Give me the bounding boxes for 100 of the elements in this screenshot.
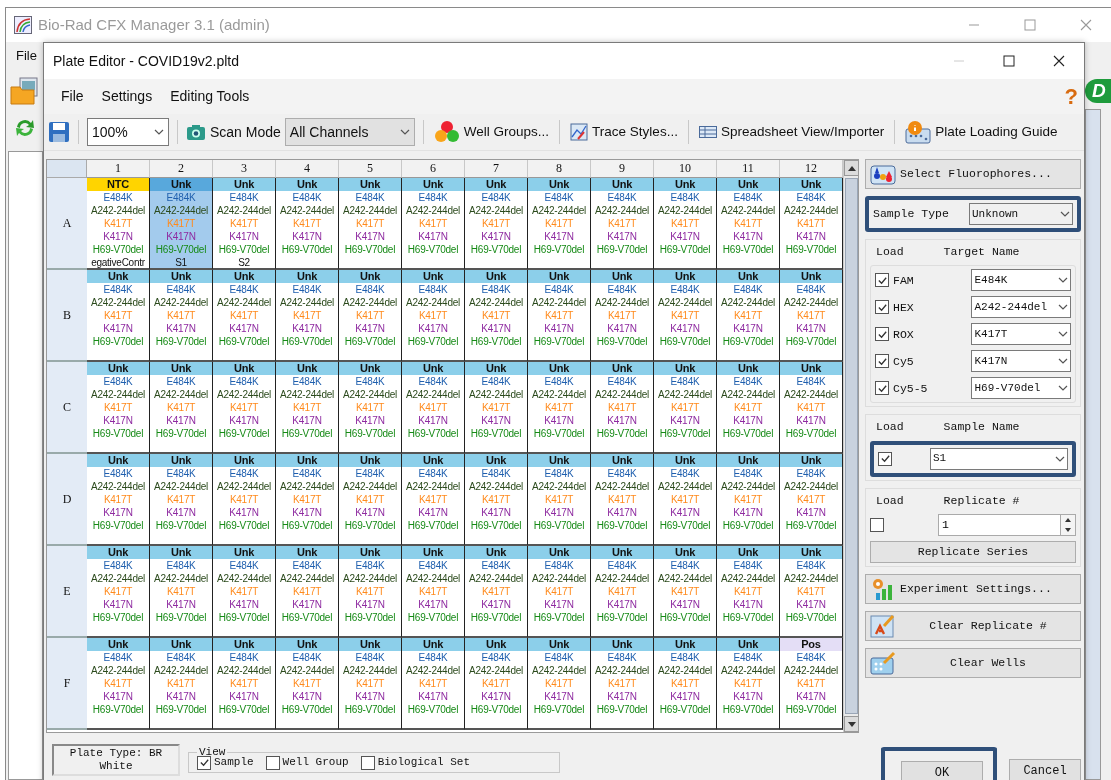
plate-well[interactable]: Unk E484K A242-244del K417T K417N H69-V70del — [717, 638, 780, 730]
target-dropdown[interactable]: E484K — [971, 269, 1071, 292]
column-header[interactable]: 6 — [402, 160, 465, 178]
plate-well[interactable]: Unk E484K A242-244del K417T K417N H69-V70del — [213, 638, 276, 730]
plate-well[interactable]: Unk E484K A242-244del K417T K417N H69-V70del — [654, 546, 717, 638]
target-dropdown[interactable]: A242-244del — [971, 296, 1071, 319]
scan-mode-dropdown[interactable]: All Channels — [284, 118, 415, 146]
plate-well[interactable]: Unk E484K A242-244del K417T K417N H69-V70del — [339, 362, 402, 454]
column-header[interactable]: 1 — [87, 160, 150, 178]
column-header[interactable]: 4 — [276, 160, 339, 178]
panel-button[interactable]: Experiment Settings... — [865, 573, 1081, 604]
plate-well[interactable]: Unk E484K A242-244del K417T K417N H69-V70del — [591, 638, 654, 730]
plate-well[interactable]: Unk E484K A242-244del K417T K417N H69-V70del — [717, 546, 780, 638]
replicate-field[interactable]: 1 — [938, 513, 1061, 536]
column-header[interactable]: 10 — [654, 160, 717, 178]
plate-well[interactable]: Unk E484K A242-244del K417T K417N H69-V70del — [717, 178, 780, 270]
plate-well[interactable]: Unk E484K A242-244del K417T K417N H69-V70del — [276, 638, 339, 730]
plate-well[interactable]: Unk E484K A242-244del K417T K417N H69-V70del — [150, 270, 213, 362]
checkbox[interactable] — [875, 273, 889, 288]
plate-well[interactable]: Unk E484K A242-244del K417T K417N H69-V70del S1 — [150, 178, 213, 270]
checkbox[interactable] — [875, 381, 889, 396]
toolbar-button[interactable]: Spreadsheet View/Importer — [696, 119, 887, 145]
menu-item[interactable]: File — [16, 45, 37, 66]
save-icon[interactable] — [48, 121, 70, 143]
close-icon[interactable] — [1053, 55, 1065, 67]
checkbox[interactable] — [875, 354, 889, 369]
row-header[interactable]: D — [47, 454, 87, 546]
select-fluorophores-button[interactable]: Select Fluorophores... — [865, 159, 1081, 189]
checkbox[interactable] — [265, 755, 280, 770]
plate-well[interactable]: Unk E484K A242-244del K417T K417N H69-V70del — [780, 270, 843, 362]
plate-well[interactable]: NTC E484K A242-244del K417T K417N H69-V70del egativeContr — [87, 178, 150, 270]
menu-item[interactable]: Editing Tools — [163, 84, 257, 109]
maximize-icon[interactable] — [1003, 55, 1015, 67]
ok-button[interactable]: OK — [901, 761, 983, 780]
plate-well[interactable]: Unk E484K A242-244del K417T K417N H69-V70del — [654, 454, 717, 546]
column-header[interactable]: 8 — [528, 160, 591, 178]
column-header[interactable]: 2 — [150, 160, 213, 178]
plate-well[interactable]: Unk E484K A242-244del K417T K417N H69-V70del — [591, 454, 654, 546]
plate-well[interactable]: Unk E484K A242-244del K417T K417N H69-V70del — [465, 546, 528, 638]
target-dropdown[interactable]: K417N — [971, 350, 1071, 373]
zoom-dropdown[interactable]: 100% — [87, 118, 169, 146]
menu-item[interactable]: Settings — [94, 84, 160, 109]
plate-well[interactable]: Unk E484K A242-244del K417T K417N H69-V70del — [87, 454, 150, 546]
plate-well[interactable]: Unk E484K A242-244del K417T K417N H69-V70del — [276, 362, 339, 454]
target-dropdown[interactable]: K417T — [971, 323, 1071, 346]
plate-well[interactable]: Unk E484K A242-244del K417T K417N H69-V70del — [213, 270, 276, 362]
plate-well[interactable]: Pos E484K A242-244del K417T K417N H69-V70del — [780, 638, 843, 730]
plate-well[interactable]: Unk E484K A242-244del K417T K417N H69-V70del — [717, 362, 780, 454]
plate-well[interactable]: Unk E484K A242-244del K417T K417N H69-V70del — [276, 546, 339, 638]
plate-well[interactable]: Unk E484K A242-244del K417T K417N H69-V70del — [465, 270, 528, 362]
refresh-icon[interactable] — [13, 117, 37, 139]
sample-type-dropdown[interactable]: Unknown — [969, 203, 1073, 225]
toolbar-button[interactable]: Plate Loading Guide — [903, 118, 1060, 146]
plate-well[interactable]: Unk E484K A242-244del K417T K417N H69-V70del — [591, 178, 654, 270]
plate-well[interactable]: Unk E484K A242-244del K417T K417N H69-V70del — [339, 638, 402, 730]
plate-well[interactable]: Unk E484K A242-244del K417T K417N H69-V70del — [528, 270, 591, 362]
plate-well[interactable]: Unk E484K A242-244del K417T K417N H69-V70del — [213, 546, 276, 638]
plate-well[interactable]: Unk E484K A242-244del K417T K417N H69-V70del — [654, 362, 717, 454]
plate-well[interactable]: Unk E484K A242-244del K417T K417N H69-V70del — [591, 546, 654, 638]
plate-well[interactable]: Unk E484K A242-244del K417T K417N H69-V70del — [591, 270, 654, 362]
plate-well[interactable]: Unk E484K A242-244del K417T K417N H69-V70del — [87, 546, 150, 638]
plate-well[interactable]: Unk E484K A242-244del K417T K417N H69-V70del — [654, 178, 717, 270]
target-dropdown[interactable]: H69-V70del — [971, 377, 1071, 400]
plate-well[interactable]: Unk E484K A242-244del K417T K417N H69-V70del — [654, 638, 717, 730]
spin-buttons[interactable] — [1061, 513, 1076, 536]
plate-well[interactable]: Unk E484K A242-244del K417T K417N H69-V70del — [465, 638, 528, 730]
checkbox[interactable] — [360, 755, 375, 770]
plate-well[interactable]: Unk E484K A242-244del K417T K417N H69-V70del — [276, 454, 339, 546]
plate-well[interactable]: Unk E484K A242-244del K417T K417N H69-V70del — [87, 638, 150, 730]
plate-well[interactable]: Unk E484K A242-244del K417T K417N H69-V70del — [528, 178, 591, 270]
row-header[interactable]: C — [47, 362, 87, 454]
plate-well[interactable]: Unk E484K A242-244del K417T K417N H69-V70del — [528, 546, 591, 638]
plate-well[interactable]: Unk E484K A242-244del K417T K417N H69-V70del — [780, 362, 843, 454]
sample-name-dropdown[interactable]: S1 — [930, 447, 1068, 470]
plate-well[interactable]: Unk E484K A242-244del K417T K417N H69-V70del — [402, 546, 465, 638]
toolbar-button[interactable]: Well Groups... — [431, 118, 552, 146]
plate-well[interactable]: Unk E484K A242-244del K417T K417N H69-V70del — [402, 362, 465, 454]
plate-well[interactable]: Unk E484K A242-244del K417T K417N H69-V70del — [402, 454, 465, 546]
plate-well[interactable]: Unk E484K A242-244del K417T K417N H69-V70del — [402, 270, 465, 362]
plate-well[interactable]: Unk E484K A242-244del K417T K417N H69-V70del — [87, 270, 150, 362]
plate-well[interactable]: Unk E484K A242-244del K417T K417N H69-V70del — [528, 454, 591, 546]
plate-well[interactable]: Unk E484K A242-244del K417T K417N H69-V70del — [276, 270, 339, 362]
menu-item[interactable]: File — [54, 84, 91, 109]
replicate-series-button[interactable]: Replicate Series — [870, 540, 1076, 563]
plate-well[interactable]: Unk E484K A242-244del K417T K417N H69-V70del — [150, 546, 213, 638]
column-header[interactable]: 11 — [717, 160, 780, 178]
plate-well[interactable]: Unk E484K A242-244del K417T K417N H69-V70del — [339, 546, 402, 638]
checkbox[interactable] — [197, 755, 211, 770]
plate-well[interactable]: Unk E484K A242-244del K417T K417N H69-V70del S2 — [213, 178, 276, 270]
plate-well[interactable]: Unk E484K A242-244del K417T K417N H69-V70del — [465, 178, 528, 270]
plate-well[interactable]: Unk E484K A242-244del K417T K417N H69-V70del — [213, 454, 276, 546]
plate-well[interactable]: Unk E484K A242-244del K417T K417N H69-V70del — [339, 270, 402, 362]
row-header[interactable]: E — [47, 546, 87, 638]
plate-well[interactable]: Unk E484K A242-244del K417T K417N H69-V70del — [654, 270, 717, 362]
plate-well[interactable]: Unk E484K A242-244del K417T K417N H69-V70del — [87, 362, 150, 454]
cancel-button[interactable]: Cancel — [1009, 759, 1081, 780]
checkbox[interactable] — [875, 327, 889, 342]
plate-well[interactable]: Unk E484K A242-244del K417T K417N H69-V70del — [528, 638, 591, 730]
column-header[interactable]: 12 — [780, 160, 843, 178]
plate-well[interactable]: Unk E484K A242-244del K417T K417N H69-V70del — [528, 362, 591, 454]
